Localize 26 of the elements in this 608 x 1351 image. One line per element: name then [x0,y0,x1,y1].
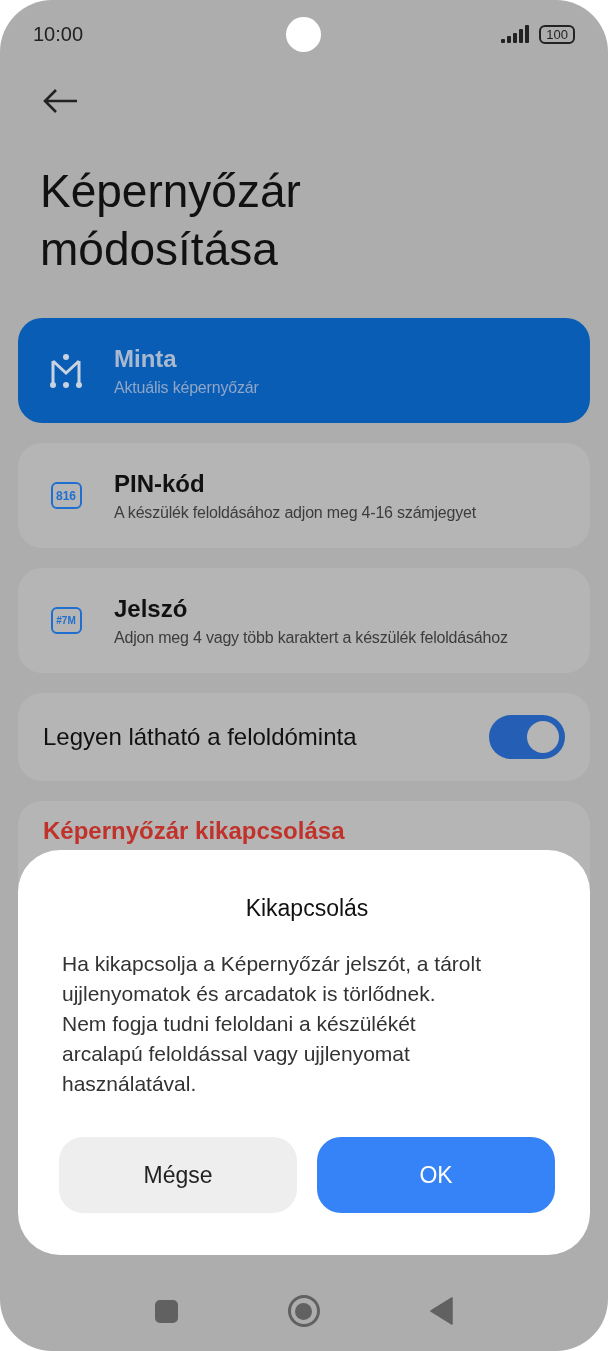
back-arrow-icon[interactable] [43,88,79,114]
signal-icon [501,25,532,43]
page-title: Képernyőzár módosítása [40,164,302,277]
dialog-message: Ha kikapcsolja a Képernyőzár jelszót, a tárolt ujjlenyomatok és arcadatok is törlődnek. Nem fogja tudni feloldani a készülékét arcalapú feloldással vagy ujjlenyomat használatával. [62,951,482,1097]
option-description: Adjon meg 4 vagy több karaktert a készülék feloldásához [114,628,508,647]
home-icon[interactable] [287,1295,320,1327]
dialog-title: Kikapcsolás [245,895,369,922]
toggle-switch[interactable] [489,715,565,759]
option-title: Minta [114,344,178,373]
option-title: PIN-kód [114,469,206,498]
camera-hole [286,17,321,52]
ok-button[interactable]: OK [317,1137,555,1213]
battery-icon: 100 [539,24,575,44]
lock-option[interactable]: 816 PIN-kód A készülék feloldásához adjon meg 4-16 számjegyet [18,443,590,548]
recents-icon[interactable] [154,1299,178,1323]
code-icon: #7M [50,607,82,634]
lock-option[interactable]: #7M Jelszó Adjon meg 4 vagy több karaktert a készülék feloldásához [18,568,590,673]
status-time: 10:00 [33,22,84,46]
option-description: Aktuális képernyőzár [114,378,259,397]
option-description: A készülék feloldásához adjon meg 4-16 számjegyet [114,503,476,522]
code-icon: 816 [50,482,82,509]
back-icon[interactable] [429,1297,454,1325]
setting-label: Legyen látható a feloldóminta [43,723,357,751]
pattern-icon [49,352,83,389]
cancel-button[interactable]: Mégse [59,1137,297,1213]
option-title: Jelszó [114,594,189,623]
